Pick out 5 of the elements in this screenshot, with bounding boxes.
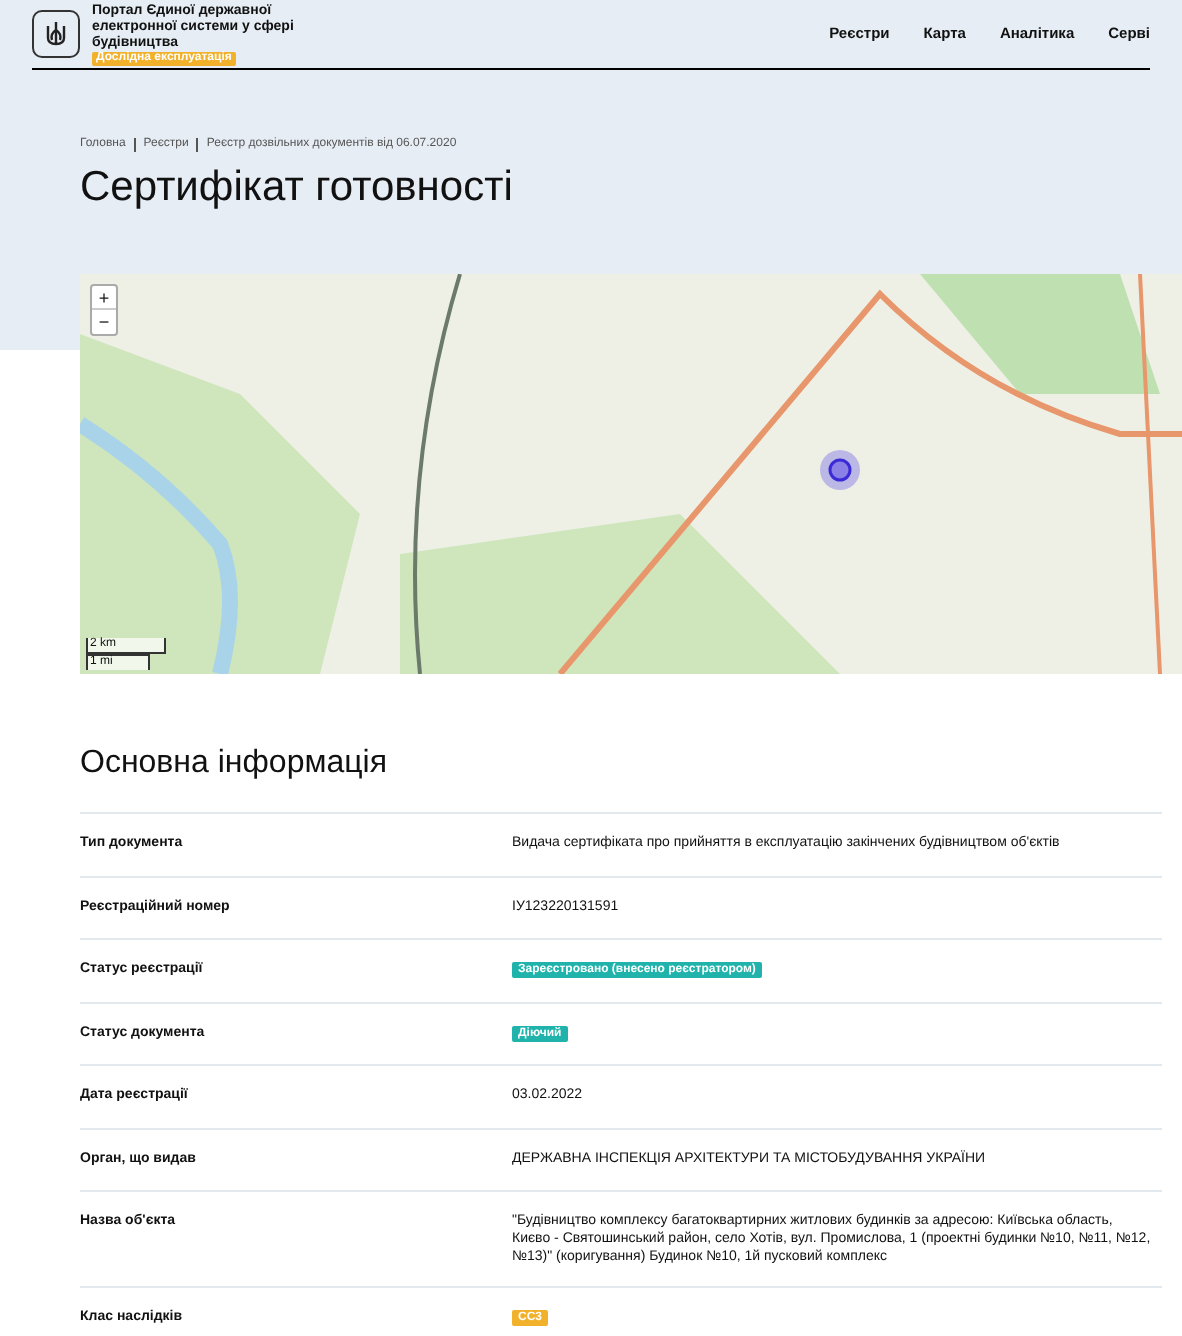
zoom-out-button[interactable]: −: [92, 310, 116, 334]
section-title: Основна інформація: [80, 744, 389, 784]
page-title: Сертифікат готовності: [80, 162, 515, 214]
trident-logo-icon[interactable]: [32, 10, 80, 58]
zoom-in-button[interactable]: +: [92, 286, 116, 310]
